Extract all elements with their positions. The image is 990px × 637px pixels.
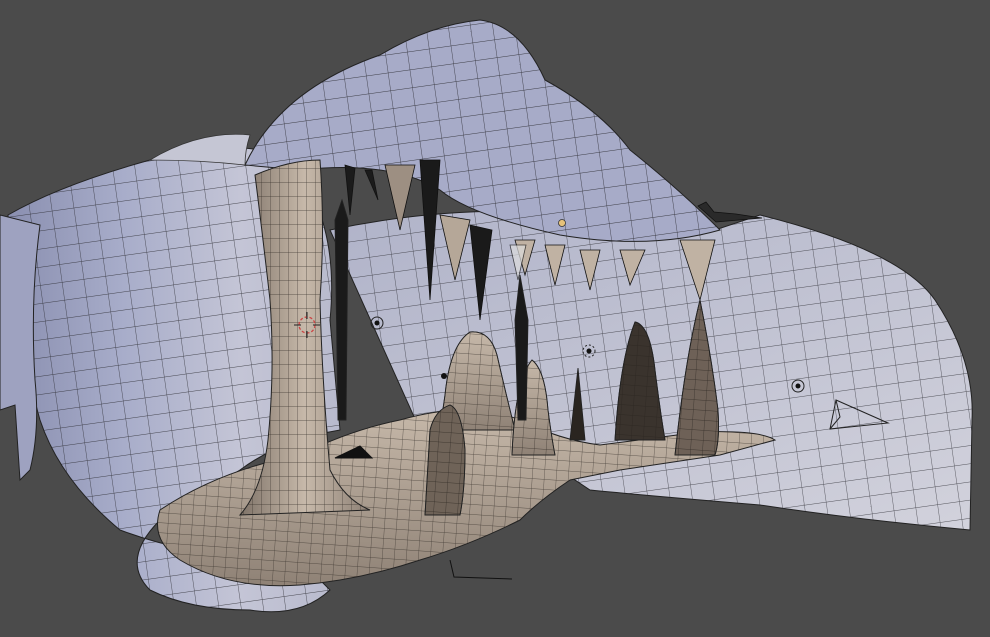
3d-cursor-icon[interactable]	[292, 310, 322, 340]
3d-viewport[interactable]	[0, 0, 990, 637]
tip-object-icon	[697, 201, 763, 223]
lamp-line-icon	[449, 560, 513, 580]
lamp-icon[interactable]	[789, 377, 807, 395]
lamp-icon[interactable]	[580, 342, 598, 360]
empty-object-icon[interactable]	[438, 370, 450, 382]
origin-point-icon[interactable]	[556, 217, 568, 229]
lamp-icon[interactable]	[368, 314, 386, 332]
camera-icon[interactable]	[826, 395, 896, 435]
cave-scene	[0, 19, 973, 613]
cave-left-flap	[0, 214, 41, 482]
